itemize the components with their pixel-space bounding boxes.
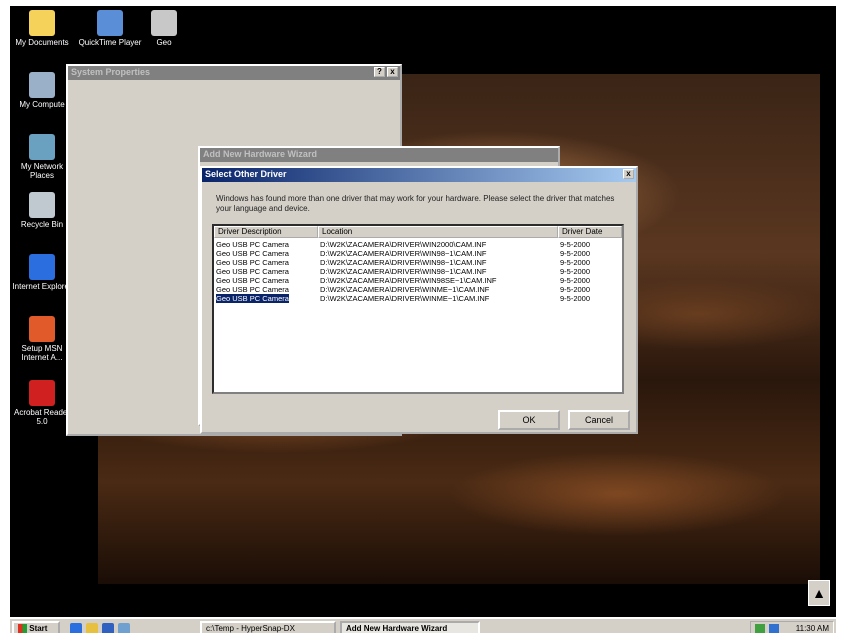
driver-cell-description: Geo USB PC Camera — [216, 240, 289, 249]
driver-row[interactable]: Geo USB PC Camera D:\W2K\ZACAMERA\DRIVER\… — [214, 294, 622, 303]
driver-row[interactable]: Geo USB PC Camera D:\W2K\ZACAMERA\DRIVER\… — [214, 276, 622, 285]
taskbar-item-wizard-label: Add New Hardware Wizard — [346, 624, 448, 633]
msn-icon — [29, 316, 55, 342]
driver-cell-location: D:\W2K\ZACAMERA\DRIVER\WIN98~1\CAM.INF — [320, 249, 487, 258]
quick-launch-outlook-icon[interactable] — [86, 623, 98, 633]
driver-cell-description: Geo USB PC Camera — [216, 285, 289, 294]
desktop-icon-4[interactable]: My Network Places — [10, 134, 74, 180]
desktop-icon-label: Recycle Bin — [20, 220, 64, 229]
driver-cell-description: Geo USB PC Camera — [216, 258, 289, 267]
driver-cell-description: Geo USB PC Camera — [216, 276, 289, 285]
system-properties-titlebar[interactable]: System Properties ? x — [68, 66, 400, 80]
desktop-icon-label: My Compute — [19, 100, 65, 109]
driver-cell-description: Geo USB PC Camera — [216, 249, 289, 258]
tray-network-icon[interactable] — [755, 624, 765, 633]
select-driver-titlebar[interactable]: Select Other Driver x — [202, 168, 636, 182]
desktop-icon-8[interactable]: Acrobat Reader 5.0 — [10, 380, 74, 426]
desktop-icon-6[interactable]: Internet Explorer — [10, 254, 74, 291]
internet-explorer-icon — [29, 254, 55, 280]
desktop: My Documents QuickTime Player Geo My Comput… — [10, 6, 836, 633]
computer-icon — [29, 72, 55, 98]
column-header-location[interactable]: Location — [318, 226, 558, 238]
hardware-wizard-title: Add New Hardware Wizard — [203, 149, 317, 159]
ok-button[interactable]: OK — [498, 410, 560, 430]
clock[interactable]: 11:30 AM — [796, 624, 829, 633]
driver-cell-date: 9-5-2000 — [560, 249, 591, 258]
acrobat-icon — [29, 380, 55, 406]
driver-cell-date: 9-5-2000 — [560, 285, 591, 294]
select-driver-dialog: Select Other Driver x Windows has found … — [200, 166, 638, 434]
driver-row[interactable]: Geo USB PC Camera D:\W2K\ZACAMERA\DRIVER\… — [214, 285, 622, 294]
driver-cell-location: D:\W2K\ZACAMERA\DRIVER\WINME~1\CAM.INF — [320, 294, 490, 303]
desktop-icon-2[interactable]: Geo — [132, 10, 196, 47]
driver-row[interactable]: Geo USB PC Camera D:\W2K\ZACAMERA\DRIVER\… — [214, 267, 622, 276]
start-button[interactable]: Start — [12, 621, 60, 633]
quick-launch-ie-icon[interactable] — [70, 623, 82, 633]
driver-cell-location: D:\W2K\ZACAMERA\DRIVER\WIN98~1\CAM.INF — [320, 267, 487, 276]
close-button[interactable]: x — [387, 67, 398, 77]
desktop-icon-label: My Network Places — [20, 162, 64, 180]
network-icon — [29, 134, 55, 160]
quick-launch-desktop-icon[interactable] — [118, 623, 130, 633]
driver-cell-date: 9-5-2000 — [560, 276, 591, 285]
desktop-icon-label: Internet Explorer — [12, 282, 72, 291]
folder-icon — [29, 10, 55, 36]
start-label: Start — [29, 624, 48, 633]
mouse-icon[interactable]: ▲ — [808, 580, 830, 606]
taskbar-item-hypersnap[interactable]: c:\Temp - HyperSnap-DX — [200, 621, 336, 633]
dialog-close-button[interactable]: x — [623, 169, 634, 179]
dialog-message: Windows has found more than one driver t… — [216, 194, 615, 213]
desktop-icon-3[interactable]: My Compute — [10, 72, 74, 109]
driver-cell-date: 9-5-2000 — [560, 294, 591, 303]
driver-cell-location: D:\W2K\ZACAMERA\DRIVER\WIN98~1\CAM.INF — [320, 258, 487, 267]
desktop-icon-0[interactable]: My Documents — [10, 10, 74, 47]
driver-list[interactable]: Driver Description Location Driver Date … — [212, 224, 624, 394]
desktop-icon-label: Geo — [156, 38, 172, 47]
driver-row[interactable]: Geo USB PC Camera D:\W2K\ZACAMERA\DRIVER\… — [214, 240, 622, 249]
driver-cell-date: 9-5-2000 — [560, 267, 591, 276]
app-icon — [151, 10, 177, 36]
driver-cell-location: D:\W2K\ZACAMERA\DRIVER\WIN98SE~1\CAM.INF — [320, 276, 497, 285]
taskbar-item-wizard[interactable]: Add New Hardware Wizard — [340, 621, 480, 633]
driver-cell-location: D:\W2K\ZACAMERA\DRIVER\WIN2000\CAM.INF — [320, 240, 487, 249]
desktop-icon-label: Setup MSN Internet A... — [21, 344, 63, 362]
driver-cell-date: 9-5-2000 — [560, 240, 591, 249]
desktop-icon-label: My Documents — [15, 38, 69, 47]
driver-cell-description: Geo USB PC Camera — [216, 267, 289, 276]
quicktime-icon — [97, 10, 123, 36]
driver-row[interactable]: Geo USB PC Camera D:\W2K\ZACAMERA\DRIVER\… — [214, 258, 622, 267]
windows-logo-icon — [18, 624, 27, 633]
recycle-bin-icon — [29, 192, 55, 218]
hardware-wizard-titlebar[interactable]: Add New Hardware Wizard — [200, 148, 558, 162]
column-header-description[interactable]: Driver Description — [214, 226, 318, 238]
help-button[interactable]: ? — [374, 67, 385, 77]
select-driver-title: Select Other Driver — [205, 169, 287, 179]
system-tray: 11:30 AM — [750, 621, 834, 633]
taskbar-item-hypersnap-label: c:\Temp - HyperSnap-DX — [206, 624, 295, 633]
driver-cell-description: Geo USB PC Camera — [216, 294, 289, 303]
desktop-icon-5[interactable]: Recycle Bin — [10, 192, 74, 229]
driver-cell-date: 9-5-2000 — [560, 258, 591, 267]
taskbar: Start c:\Temp - HyperSnap-DX Add New Har… — [10, 617, 836, 633]
driver-row[interactable]: Geo USB PC Camera D:\W2K\ZACAMERA\DRIVER\… — [214, 249, 622, 258]
cancel-button[interactable]: Cancel — [568, 410, 630, 430]
desktop-icon-label: Acrobat Reader 5.0 — [13, 408, 71, 426]
quick-launch-media-icon[interactable] — [102, 623, 114, 633]
system-properties-title: System Properties — [71, 67, 151, 77]
tray-monitor-icon[interactable] — [769, 624, 779, 633]
driver-cell-location: D:\W2K\ZACAMERA\DRIVER\WINME~1\CAM.INF — [320, 285, 490, 294]
desktop-icon-7[interactable]: Setup MSN Internet A... — [10, 316, 74, 362]
column-header-date[interactable]: Driver Date — [558, 226, 622, 238]
